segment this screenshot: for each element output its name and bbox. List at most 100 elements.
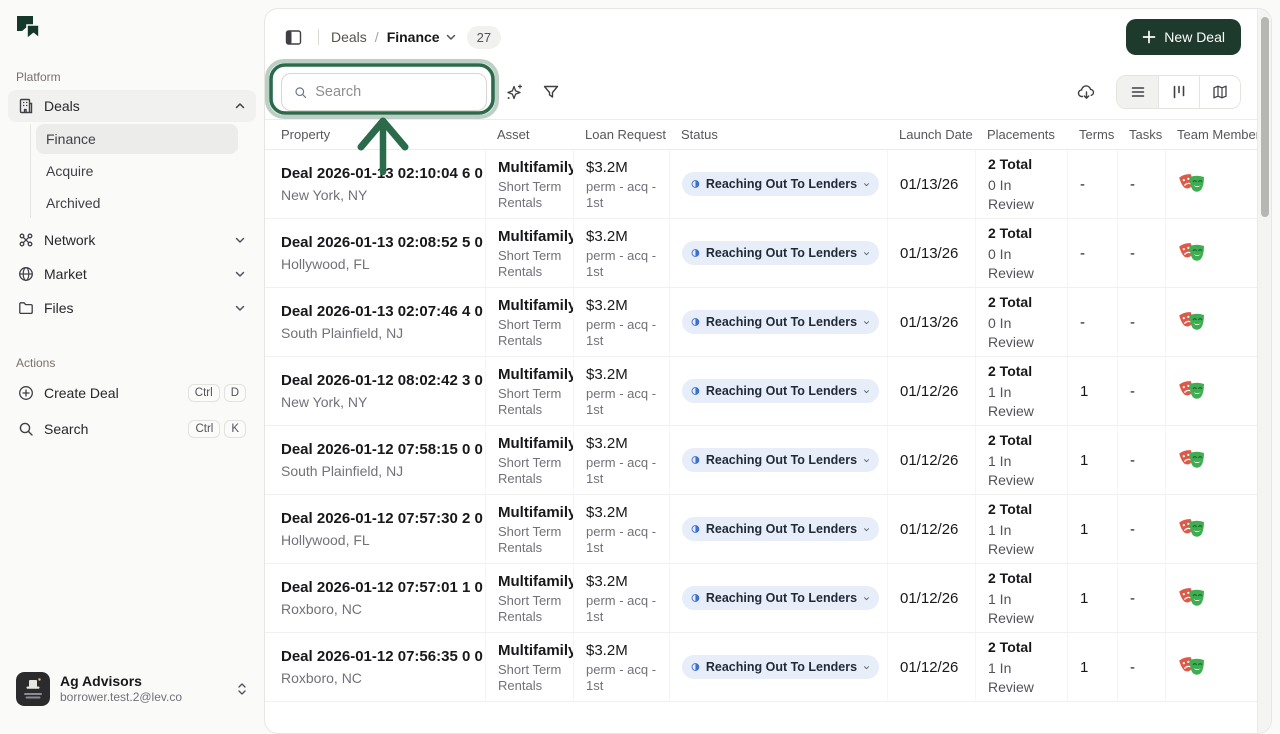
plus-circle-icon (18, 385, 34, 401)
placements-in-review: 0 In Review (988, 314, 1059, 352)
table-row[interactable]: Deal 2026-01-12 07:56:35 0 0 Roxboro, NC… (265, 633, 1257, 702)
column-header-placements: Placements (975, 127, 1067, 142)
sidebar-item-label: Acquire (46, 163, 93, 179)
deal-title-link[interactable]: Deal 2026-01-13 02:10:04 6 0 (281, 164, 477, 184)
placements-total: 2 Total (988, 362, 1059, 381)
list-view-button[interactable] (1117, 76, 1158, 108)
sidebar-item-archived[interactable]: Archived (36, 188, 238, 218)
status-dropdown[interactable]: Reaching Out To Lenders (682, 310, 879, 334)
placements-total: 2 Total (988, 500, 1059, 519)
sidebar-item-market[interactable]: Market (8, 258, 256, 290)
placements-total: 2 Total (988, 569, 1059, 588)
placements-in-review: 1 In Review (988, 452, 1059, 490)
breadcrumb-parent[interactable]: Deals (331, 29, 367, 45)
loan-amount: $3.2M (586, 503, 661, 522)
status-label: Reaching Out To Lenders (706, 315, 857, 329)
team-member-avatar[interactable] (1178, 652, 1208, 682)
asset-subtype: Short Term Rentals (498, 317, 565, 349)
placements-in-review: 0 In Review (988, 176, 1059, 214)
table-row[interactable]: Deal 2026-01-13 02:07:46 4 0 South Plain… (265, 288, 1257, 357)
tasks-count: - (1130, 383, 1157, 400)
deal-location: Hollywood, FL (281, 255, 477, 274)
deal-title-link[interactable]: Deal 2026-01-12 08:02:42 3 0 (281, 371, 477, 391)
deal-title-link[interactable]: Deal 2026-01-13 02:08:52 5 0 (281, 233, 477, 253)
theater-masks-icon (1178, 376, 1208, 406)
deal-title-link[interactable]: Deal 2026-01-13 02:07:46 4 0 (281, 302, 477, 322)
deal-location: New York, NY (281, 393, 477, 412)
kanban-view-button[interactable] (1158, 76, 1199, 108)
sidebar-item-acquire[interactable]: Acquire (36, 156, 238, 186)
team-member-avatar[interactable] (1178, 376, 1208, 406)
sidebar-item-finance[interactable]: Finance (36, 124, 238, 154)
tasks-count: - (1130, 245, 1157, 262)
deal-location: South Plainfield, NJ (281, 462, 477, 481)
table-row[interactable]: Deal 2026-01-12 07:57:01 1 0 Roxboro, NC… (265, 564, 1257, 633)
breadcrumb-current-dropdown[interactable]: Finance (387, 29, 457, 45)
sidebar-item-files[interactable]: Files (8, 292, 256, 324)
table-row[interactable]: Deal 2026-01-13 02:08:52 5 0 Hollywood, … (265, 219, 1257, 288)
deal-title-link[interactable]: Deal 2026-01-12 07:56:35 0 0 (281, 647, 477, 667)
sidebar-toggle-button[interactable] (281, 25, 306, 50)
team-member-avatar[interactable] (1178, 238, 1208, 268)
loan-amount: $3.2M (586, 641, 661, 660)
terms-count: 1 (1080, 590, 1109, 607)
table-row[interactable]: Deal 2026-01-12 07:57:30 2 0 Hollywood, … (265, 495, 1257, 564)
status-label: Reaching Out To Lenders (706, 246, 857, 260)
map-view-button[interactable] (1199, 76, 1240, 108)
search-icon (18, 421, 34, 437)
chevron-down-icon (863, 524, 870, 535)
user-email: borrower.test.2@lev.co (60, 690, 182, 705)
list-icon (1130, 84, 1146, 100)
status-dropdown[interactable]: Reaching Out To Lenders (682, 655, 879, 679)
chevron-down-icon (234, 268, 246, 280)
ai-suggest-button[interactable] (501, 79, 528, 106)
deal-title-link[interactable]: Deal 2026-01-12 07:57:30 2 0 (281, 509, 477, 529)
scrollbar-thumb[interactable] (1261, 17, 1269, 217)
tasks-count: - (1130, 176, 1157, 193)
sidebar-action-create-deal[interactable]: Create Deal Ctrl D (8, 376, 256, 410)
table-row[interactable]: Deal 2026-01-12 08:02:42 3 0 New York, N… (265, 357, 1257, 426)
terms-count: 1 (1080, 452, 1109, 469)
status-dropdown[interactable]: Reaching Out To Lenders (682, 241, 879, 265)
sidebar-item-label: Market (44, 266, 87, 282)
theater-masks-icon (1178, 514, 1208, 544)
team-member-avatar[interactable] (1178, 445, 1208, 475)
team-member-avatar[interactable] (1178, 514, 1208, 544)
asset-subtype: Short Term Rentals (498, 248, 565, 280)
chevron-down-icon (234, 302, 246, 314)
search-input[interactable] (315, 84, 474, 100)
team-member-avatar[interactable] (1178, 169, 1208, 199)
team-member-avatar[interactable] (1178, 307, 1208, 337)
chevron-down-icon (863, 386, 870, 397)
deal-title-link[interactable]: Deal 2026-01-12 07:58:15 0 0 (281, 440, 477, 460)
sidebar-item-deals[interactable]: Deals (8, 90, 256, 122)
table-row[interactable]: Deal 2026-01-13 02:10:04 6 0 New York, N… (265, 150, 1257, 219)
sidebar-action-search[interactable]: Search Ctrl K (8, 412, 256, 446)
table-row[interactable]: Deal 2026-01-12 07:58:15 0 0 South Plain… (265, 426, 1257, 495)
kbd-k: K (224, 420, 246, 438)
action-label: Create Deal (44, 385, 119, 401)
status-progress-icon (691, 246, 700, 260)
loan-detail: perm - acq - 1st (586, 524, 661, 556)
deal-title-link[interactable]: Deal 2026-01-12 07:57:01 1 0 (281, 578, 477, 598)
main-panel: Deals / Finance 27 New Deal (264, 8, 1272, 734)
user-menu[interactable]: Ag Advisors borrower.test.2@lev.co (8, 666, 256, 712)
placements-total: 2 Total (988, 638, 1059, 657)
filter-button[interactable] (538, 79, 564, 105)
sidebar-item-network[interactable]: Network (8, 224, 256, 256)
view-switcher (1116, 75, 1241, 109)
new-deal-button[interactable]: New Deal (1126, 19, 1241, 55)
team-member-avatar[interactable] (1178, 583, 1208, 613)
launch-date: 01/13/26 (900, 176, 967, 193)
status-dropdown[interactable]: Reaching Out To Lenders (682, 517, 879, 541)
loan-detail: perm - acq - 1st (586, 179, 661, 211)
status-dropdown[interactable]: Reaching Out To Lenders (682, 448, 879, 472)
status-dropdown[interactable]: Reaching Out To Lenders (682, 379, 879, 403)
terms-count: - (1080, 176, 1109, 193)
theater-masks-icon (1178, 652, 1208, 682)
cloud-download-button[interactable] (1073, 79, 1100, 106)
status-dropdown[interactable]: Reaching Out To Lenders (682, 586, 879, 610)
theater-masks-icon (1178, 307, 1208, 337)
status-dropdown[interactable]: Reaching Out To Lenders (682, 172, 879, 196)
status-progress-icon (691, 453, 700, 467)
